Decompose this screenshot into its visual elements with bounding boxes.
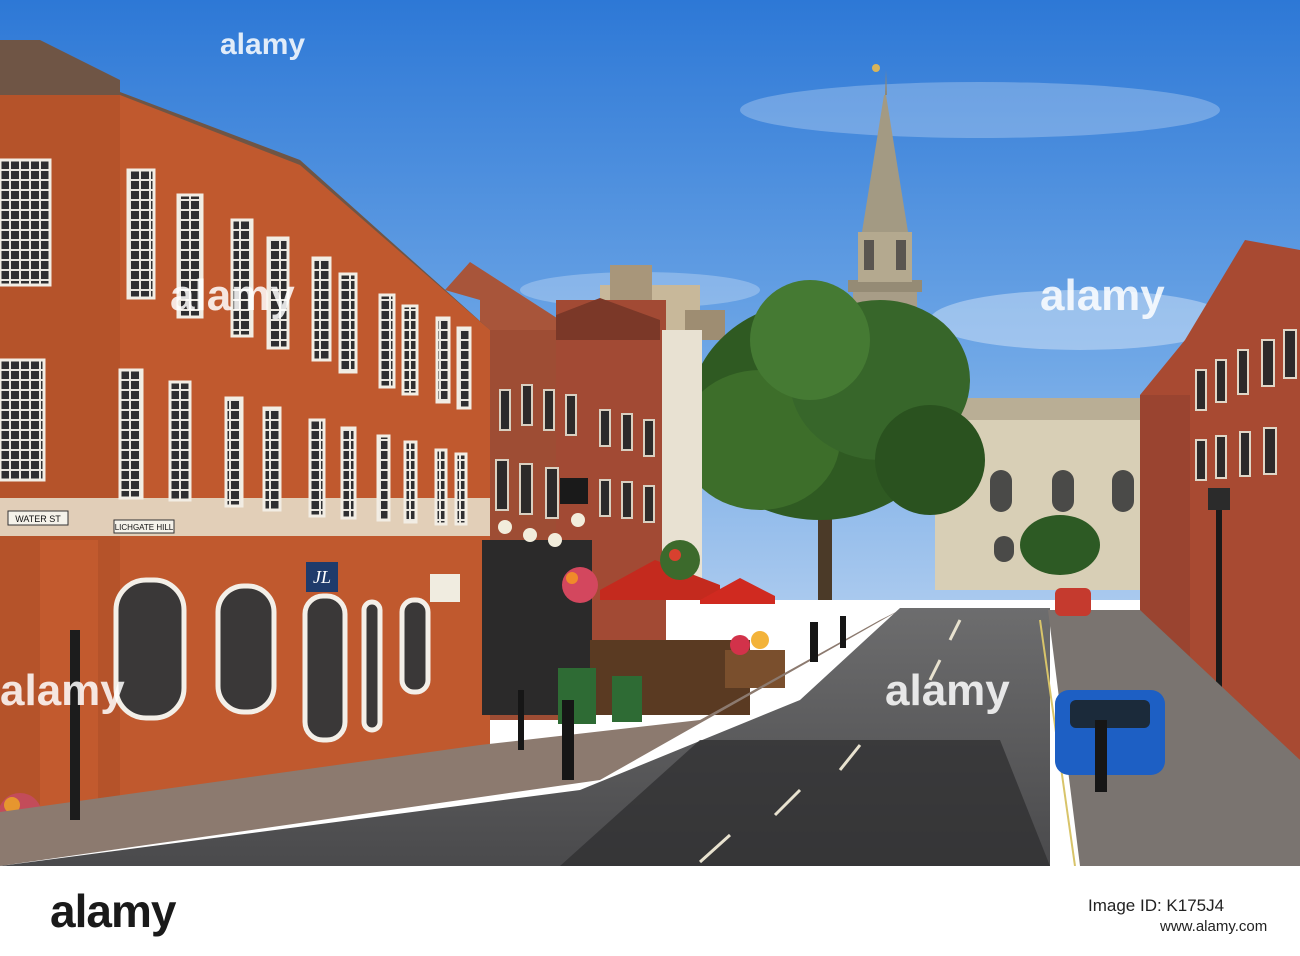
watermark-logo: alamy	[1040, 271, 1165, 320]
watermark-logo: alamy	[885, 666, 1010, 715]
street-photo: JL WATER ST LICHGATE HILL alamy alamy al…	[0, 0, 1300, 866]
alamy-logo: alamy	[50, 885, 176, 937]
image-id-label: Image ID: K175J4	[1088, 896, 1225, 915]
shop-sign-logo: JL	[313, 567, 331, 587]
street-sign-lichgate-hill-text: LICHGATE HILL	[115, 523, 174, 532]
street-sign-water-st-text: WATER ST	[15, 514, 61, 524]
car-red	[1055, 588, 1091, 616]
watermark-logo: alamy	[220, 28, 305, 61]
palm-tree	[1020, 515, 1100, 575]
chimney	[610, 265, 652, 305]
car-blue-window	[1070, 700, 1150, 728]
phone-box-post	[70, 630, 80, 820]
shop-sign	[430, 574, 460, 602]
stock-footer: alamy Image ID: K175J4 www.alamy.com	[0, 866, 1300, 956]
watermark-logo: alamy	[170, 271, 295, 320]
photo-stage: JL WATER ST LICHGATE HILL alamy alamy al…	[0, 0, 1300, 956]
flower-planter	[725, 650, 785, 688]
lamp-head	[1208, 488, 1230, 510]
pub-sign	[560, 478, 588, 504]
cloud	[740, 82, 1220, 138]
watermark-logo: alamy	[0, 666, 125, 715]
site-url: www.alamy.com	[1160, 918, 1268, 935]
